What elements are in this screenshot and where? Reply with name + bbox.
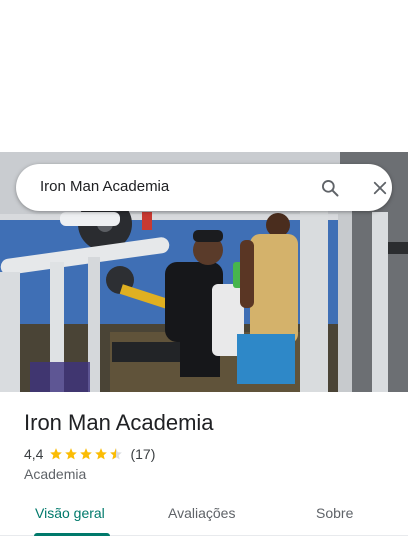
star-rating — [49, 447, 124, 461]
star-icon — [50, 448, 63, 460]
place-category: Academia — [24, 466, 87, 482]
review-count[interactable]: (17) — [130, 446, 155, 462]
rating-row[interactable]: 4,4 (17) — [24, 445, 155, 463]
active-tab-indicator — [34, 533, 110, 536]
star-icon — [95, 448, 108, 460]
star-icon — [65, 448, 78, 460]
clear-button[interactable] — [366, 174, 394, 202]
place-tabs: Visão geral Avaliações Sobre — [0, 496, 408, 536]
tab-overview[interactable]: Visão geral — [35, 505, 105, 521]
map-blank-area — [0, 0, 408, 152]
close-icon — [373, 181, 387, 195]
tab-reviews[interactable]: Avaliações — [168, 505, 235, 521]
search-button[interactable] — [316, 174, 344, 202]
star-half-icon — [110, 448, 123, 460]
rating-value: 4,4 — [24, 446, 44, 462]
tab-about[interactable]: Sobre — [316, 505, 353, 521]
search-input[interactable]: Iron Man Academia — [40, 178, 169, 195]
star-icon — [80, 448, 93, 460]
search-bar[interactable]: Iron Man Academia — [16, 164, 392, 211]
place-title: Iron Man Academia — [24, 410, 214, 435]
search-icon — [322, 180, 339, 197]
